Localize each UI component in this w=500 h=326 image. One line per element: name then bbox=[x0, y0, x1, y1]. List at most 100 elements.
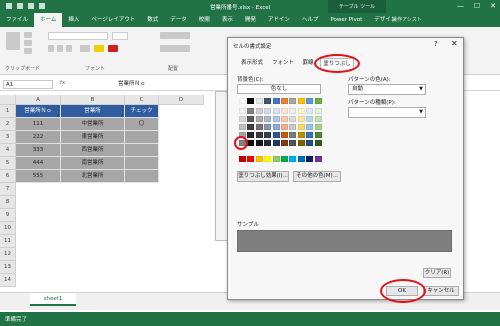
font-color-icon[interactable] bbox=[108, 45, 118, 52]
color-swatch[interactable] bbox=[255, 98, 263, 104]
color-swatch[interactable] bbox=[239, 124, 246, 130]
window-controls[interactable]: — ☐ ✕ bbox=[457, 2, 496, 10]
color-swatch[interactable] bbox=[306, 124, 314, 130]
color-swatch[interactable] bbox=[281, 124, 288, 130]
color-swatch[interactable] bbox=[239, 98, 246, 104]
close-icon[interactable]: ✕ bbox=[490, 2, 496, 10]
table-cell[interactable] bbox=[125, 144, 159, 157]
quick-access-toolbar[interactable] bbox=[6, 3, 45, 9]
tab-data[interactable]: データ bbox=[164, 13, 193, 27]
font-size-select[interactable] bbox=[112, 32, 128, 40]
table-header-cell[interactable]: 営業所Ｎｏ bbox=[16, 105, 61, 118]
tab-developer[interactable]: 開発 bbox=[239, 13, 262, 27]
select-all-corner[interactable] bbox=[0, 95, 16, 105]
table-cell[interactable]: 〇 bbox=[125, 118, 159, 131]
standard-color-swatch[interactable] bbox=[306, 156, 314, 162]
bold-icon[interactable] bbox=[48, 45, 54, 52]
worksheet-grid[interactable]: A B C D 1 2 3 4 5 6 7 8 9 10 11 12 13 14… bbox=[0, 95, 225, 290]
table-cell[interactable]: 南営業所 bbox=[61, 157, 125, 170]
fill-color-icon[interactable] bbox=[94, 45, 104, 52]
color-swatch[interactable] bbox=[306, 140, 314, 146]
color-swatch[interactable] bbox=[306, 132, 314, 138]
italic-icon[interactable] bbox=[57, 45, 63, 52]
tab-help[interactable]: ヘルプ bbox=[296, 13, 325, 27]
table-cell[interactable] bbox=[125, 157, 159, 170]
color-swatch[interactable] bbox=[264, 108, 272, 114]
table-cell[interactable]: 北営業所 bbox=[61, 170, 125, 183]
color-swatch[interactable] bbox=[247, 124, 255, 130]
color-swatch[interactable] bbox=[314, 132, 322, 138]
table-cell[interactable]: 222 bbox=[16, 131, 61, 144]
color-swatch[interactable] bbox=[314, 116, 322, 122]
color-swatch[interactable] bbox=[281, 98, 288, 104]
help-icon[interactable]: ? bbox=[434, 40, 438, 48]
color-swatch[interactable] bbox=[297, 124, 305, 130]
tab-view[interactable]: 表示 bbox=[216, 13, 239, 27]
sheet-tab-sheet1[interactable]: sheet1 bbox=[30, 293, 76, 306]
standard-color-swatch[interactable] bbox=[289, 156, 297, 162]
tell-me-search[interactable]: 操作アシスト bbox=[392, 16, 472, 24]
clear-button[interactable]: クリア(R) bbox=[423, 268, 451, 278]
standard-color-swatch[interactable] bbox=[314, 156, 322, 162]
row-header[interactable]: 6 bbox=[0, 170, 16, 183]
color-swatch[interactable] bbox=[255, 116, 263, 122]
color-swatch[interactable] bbox=[314, 108, 322, 114]
color-swatch[interactable] bbox=[306, 116, 314, 122]
row-header[interactable]: 10 bbox=[0, 222, 16, 235]
color-swatch[interactable] bbox=[255, 108, 263, 114]
row-header[interactable]: 12 bbox=[0, 248, 16, 261]
cancel-button[interactable]: キャンセル bbox=[423, 286, 459, 296]
row-header[interactable]: 13 bbox=[0, 261, 16, 274]
formula-input[interactable]: 営業所Ｎｏ bbox=[118, 80, 146, 88]
color-swatch[interactable] bbox=[281, 108, 288, 114]
standard-color-swatch[interactable] bbox=[264, 156, 272, 162]
color-swatch[interactable] bbox=[297, 132, 305, 138]
fx-icon[interactable]: fx bbox=[60, 80, 65, 86]
standard-color-swatch[interactable] bbox=[247, 156, 255, 162]
color-swatch[interactable] bbox=[289, 108, 297, 114]
standard-color-swatch[interactable] bbox=[239, 156, 246, 162]
tab-font[interactable]: フォント bbox=[270, 58, 296, 69]
color-swatch[interactable] bbox=[264, 116, 272, 122]
no-color-button[interactable]: 色なし bbox=[237, 84, 321, 94]
border-icon[interactable] bbox=[80, 45, 90, 52]
color-swatch[interactable] bbox=[306, 98, 314, 104]
color-swatch[interactable] bbox=[239, 116, 246, 122]
color-swatch[interactable] bbox=[272, 124, 280, 130]
color-swatch[interactable] bbox=[314, 98, 322, 104]
standard-color-swatch[interactable] bbox=[272, 156, 280, 162]
color-swatch[interactable] bbox=[247, 116, 255, 122]
color-swatch[interactable] bbox=[247, 132, 255, 138]
color-swatch[interactable] bbox=[272, 108, 280, 114]
table-cell[interactable]: 444 bbox=[16, 157, 61, 170]
color-swatch[interactable] bbox=[289, 124, 297, 130]
fill-effects-button[interactable]: 塗りつぶし効果(I)... bbox=[237, 171, 289, 182]
table-cell[interactable]: 555 bbox=[16, 170, 61, 183]
row-header[interactable]: 5 bbox=[0, 157, 16, 170]
color-swatch[interactable] bbox=[272, 132, 280, 138]
color-swatch[interactable] bbox=[281, 116, 288, 122]
color-swatch[interactable] bbox=[239, 108, 246, 114]
color-swatch[interactable] bbox=[289, 140, 297, 146]
standard-color-swatch[interactable] bbox=[255, 156, 263, 162]
color-swatch[interactable] bbox=[247, 108, 255, 114]
color-swatch[interactable] bbox=[297, 98, 305, 104]
color-swatch[interactable] bbox=[247, 98, 255, 104]
color-swatch[interactable] bbox=[297, 116, 305, 122]
color-swatch[interactable] bbox=[264, 132, 272, 138]
align-left-icons[interactable] bbox=[160, 45, 190, 52]
more-colors-button[interactable]: その他の色(M)... bbox=[293, 171, 341, 182]
tab-page-layout[interactable]: ページレイアウト bbox=[85, 13, 141, 27]
color-swatch[interactable] bbox=[264, 140, 272, 146]
pattern-color-select[interactable]: 自動 ▼ bbox=[348, 84, 426, 95]
row-header[interactable]: 1 bbox=[0, 105, 16, 118]
color-swatch[interactable] bbox=[255, 132, 263, 138]
column-header-b[interactable]: B bbox=[61, 95, 125, 105]
column-header-d[interactable]: D bbox=[159, 95, 204, 105]
column-header-c[interactable]: C bbox=[125, 95, 159, 105]
standard-color-swatch[interactable] bbox=[297, 156, 305, 162]
table-cell[interactable] bbox=[125, 131, 159, 144]
row-header[interactable]: 2 bbox=[0, 118, 16, 131]
align-top-icons[interactable] bbox=[160, 32, 190, 39]
table-cell[interactable]: 中営業所 bbox=[61, 118, 125, 131]
